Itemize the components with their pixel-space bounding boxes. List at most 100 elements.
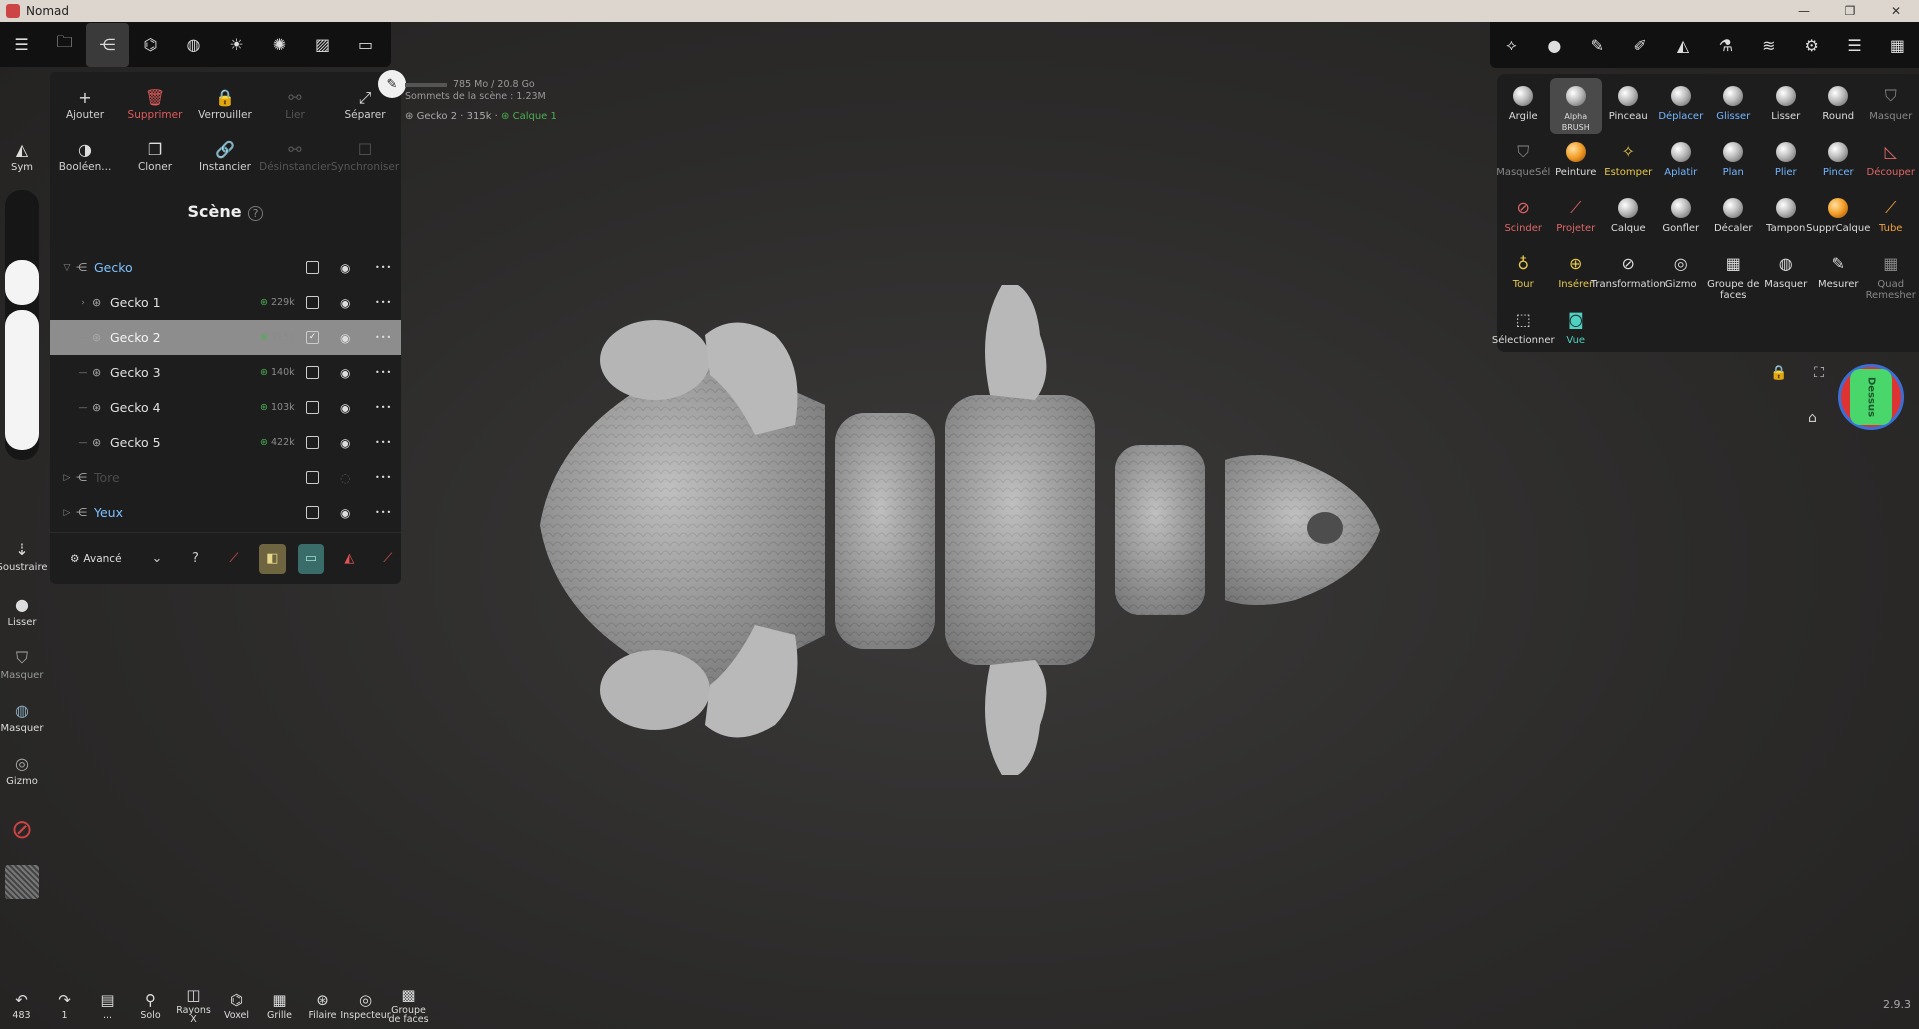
tool-32[interactable]: ⬚ Sélectionner (1492, 302, 1555, 358)
action-2-button[interactable]: 🔒 Verrouiller (190, 78, 260, 130)
select-checkbox[interactable] (306, 296, 319, 309)
tool-28[interactable]: ▦ Groupe de faces (1707, 246, 1760, 302)
eye-icon[interactable]: ◉ (340, 366, 350, 380)
eye-closed-icon[interactable]: ◌ (340, 471, 350, 485)
stroke-button[interactable]: ✎ (1577, 23, 1617, 67)
tool-22[interactable]: SupprCalque (1806, 190, 1870, 246)
grid-button[interactable]: ▦ Grille (258, 981, 301, 1029)
menu-button[interactable]: ☰ (0, 23, 43, 67)
action-0-button[interactable]: + Ajouter (50, 78, 120, 130)
tool-20[interactable]: Décaler (1707, 190, 1760, 246)
layers-button[interactable]: ≋ (1749, 23, 1789, 67)
interface-button[interactable]: ⟡ (1491, 23, 1531, 67)
more-icon[interactable]: ••• (375, 403, 392, 412)
gizmo-button[interactable]: ◎ Gizmo (0, 754, 44, 787)
select-checkbox[interactable] (306, 401, 319, 414)
expand-icon[interactable]: — (74, 368, 92, 378)
expand-icon[interactable]: — (74, 438, 92, 448)
tool-12[interactable]: Plan (1707, 134, 1760, 190)
select-checkbox[interactable] (306, 471, 319, 484)
action-7-button[interactable]: 🔗 Instancier (190, 130, 260, 182)
tree-row[interactable]: ▷ ⋲ Tore ◌ ••• (50, 460, 401, 495)
eye-icon[interactable]: ◉ (340, 331, 350, 345)
line-toggle-icon[interactable]: ⟋ (375, 544, 401, 574)
tool-24[interactable]: ♁ Tour (1497, 246, 1550, 302)
more-icon[interactable]: ••• (375, 473, 392, 482)
topology-button[interactable]: ⌬ (129, 23, 172, 67)
undo-button[interactable]: ↶ 483 (0, 981, 43, 1029)
symmetry-button[interactable]: ◭ Sym (0, 140, 44, 173)
tool-4[interactable]: Glisser (1707, 78, 1760, 134)
tool-7[interactable]: ⛉ Masquer (1865, 78, 1918, 134)
select-checkbox[interactable]: ✓ (306, 331, 319, 344)
mask-button[interactable]: ⛉ Masquer (0, 648, 44, 681)
camera-button[interactable]: ▭ (344, 23, 387, 67)
gift-button[interactable]: ▦ (1877, 23, 1917, 67)
tool-13[interactable]: Plier (1760, 134, 1813, 190)
expand-icon[interactable]: — (74, 403, 92, 413)
tree-row[interactable]: ▽ ⋲ Gecko ◉ ••• (50, 250, 401, 285)
tree-row[interactable]: — ⊛ Gecko 4 ⊛ 103k ◉ ••• (50, 390, 401, 425)
mask-tool-button[interactable]: ◍ Masquer (0, 701, 44, 734)
eye-icon[interactable]: ◉ (340, 401, 350, 415)
advanced-button[interactable]: ⚙ Avancé (70, 553, 132, 565)
no-material-button[interactable]: ⊘ (0, 815, 44, 849)
history-button[interactable]: ▤... (86, 981, 129, 1029)
more-icon[interactable]: ••• (375, 508, 392, 517)
tree-row[interactable]: › ⊛ Gecko 1 ⊛ 229k ◉ ••• (50, 285, 401, 320)
tool-23[interactable]: ⟋ Tube (1865, 190, 1918, 246)
help-icon[interactable]: ? (247, 206, 264, 221)
tree-row[interactable]: — ⊛ Gecko 2 ⊛ 315k ✓ ◉ ••• (50, 320, 401, 355)
more-icon[interactable]: ••• (375, 263, 392, 272)
tool-2[interactable]: Pinceau (1602, 78, 1655, 134)
more-icon[interactable]: ••• (375, 298, 392, 307)
tool-10[interactable]: ✧ Estomper (1602, 134, 1655, 190)
voxel-button[interactable]: ⌬ Voxel (215, 981, 258, 1029)
select-checkbox[interactable] (306, 261, 319, 274)
light-button[interactable]: ☀ (215, 23, 258, 67)
radius-slider[interactable] (5, 190, 39, 460)
disable-stroke-icon[interactable]: ⟋ (221, 544, 247, 574)
more-icon[interactable]: ••• (375, 438, 392, 447)
tool-30[interactable]: ✎ Mesurer (1812, 246, 1865, 302)
mirror-toggle-icon[interactable]: ◧ (259, 543, 286, 574)
expand-icon[interactable]: ▽ (58, 263, 76, 273)
action-1-button[interactable]: 🗑 Supprimer (120, 78, 190, 130)
close-button[interactable]: ✕ (1873, 0, 1919, 22)
fullscreen-icon[interactable]: ⛶ (1814, 365, 1824, 381)
symmetry-button[interactable]: ◭ (1663, 23, 1703, 67)
xray-button[interactable]: ◫ Rayons X (172, 981, 215, 1029)
camera-toggle-icon[interactable]: ▭ (297, 543, 325, 574)
select-checkbox[interactable] (306, 436, 319, 449)
tool-27[interactable]: ◎ Gizmo (1655, 246, 1708, 302)
tree-row[interactable]: — ⊛ Gecko 5 ⊛ 422k ◉ ••• (50, 425, 401, 460)
image-button[interactable]: ▨ (301, 23, 344, 67)
scene-button[interactable]: ⋲ (86, 22, 129, 67)
tool-5[interactable]: Lisser (1760, 78, 1813, 134)
material-ball-button[interactable]: ● (1534, 23, 1574, 67)
maximize-button[interactable]: ❐ (1827, 0, 1873, 22)
smooth-button[interactable]: ● Lisser (0, 595, 44, 628)
tree-row[interactable]: — ⊛ Gecko 3 ⊛ 140k ◉ ••• (50, 355, 401, 390)
settings-button[interactable]: ⚙ (1792, 23, 1832, 67)
tool-19[interactable]: Gonfler (1655, 190, 1708, 246)
more-icon[interactable]: ••• (375, 333, 392, 342)
chevron-down-icon[interactable]: ⌄ (144, 544, 170, 574)
folder-button[interactable]: 🗀 (43, 23, 86, 67)
postprocess-button[interactable]: ✺ (258, 23, 301, 67)
alpha-texture-button[interactable] (0, 865, 44, 899)
action-5-button[interactable]: ◑ Booléen... (50, 130, 120, 182)
eye-icon[interactable]: ◉ (340, 506, 350, 520)
minimize-button[interactable]: — (1781, 0, 1827, 22)
select-checkbox[interactable] (306, 506, 319, 519)
tool-15[interactable]: ◺ Découper (1865, 134, 1918, 190)
expand-icon[interactable]: — (74, 333, 92, 343)
tool-33[interactable]: ◙ Vue (1550, 302, 1603, 358)
expand-icon[interactable]: › (74, 298, 92, 308)
tool-9[interactable]: Peinture (1550, 134, 1603, 190)
symmetry-toggle-icon[interactable]: ◭ (336, 544, 362, 574)
flask-button[interactable]: ⚗ (1706, 23, 1746, 67)
tool-16[interactable]: ⊘ Scinder (1497, 190, 1550, 246)
view-cube[interactable]: Dessus (1838, 364, 1904, 430)
subtract-button[interactable]: ⇣ Soustraire (0, 540, 48, 573)
